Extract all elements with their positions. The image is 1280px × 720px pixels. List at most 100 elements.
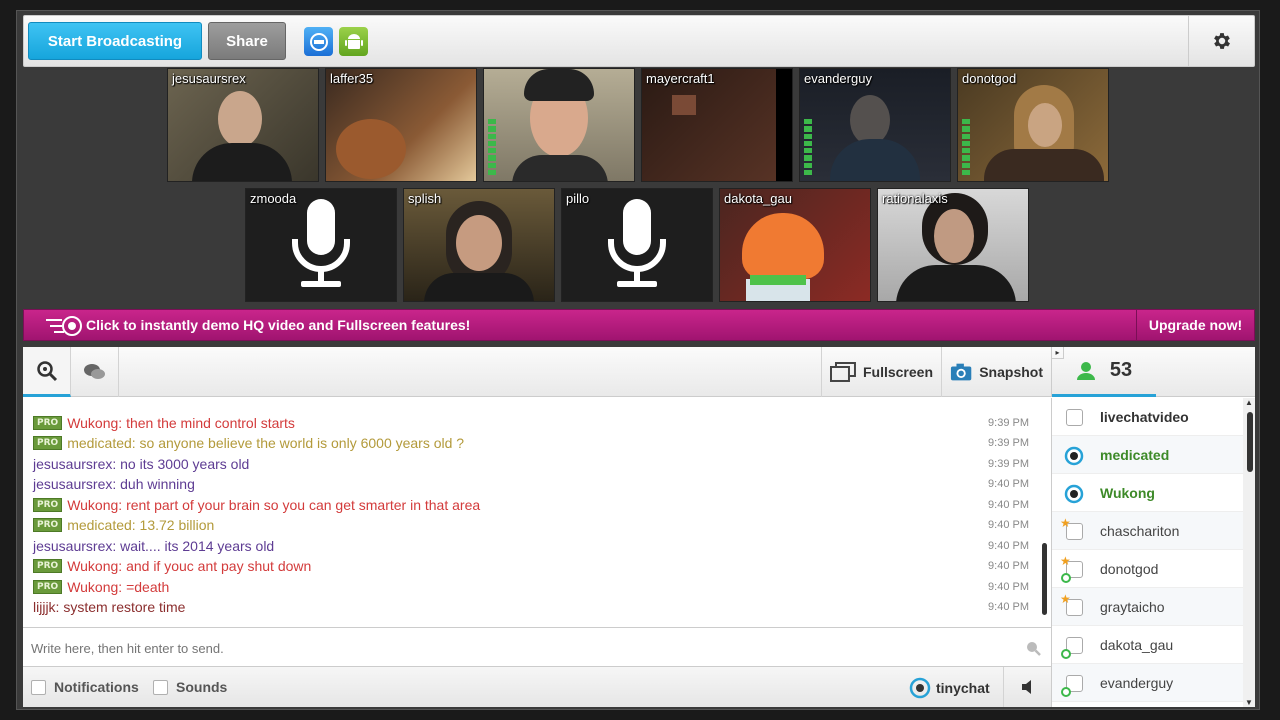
user-checkbox	[1066, 409, 1083, 426]
top-toolbar: Start Broadcasting Share	[23, 15, 1255, 67]
user-name: donotgod	[1100, 560, 1159, 577]
android-app-icon[interactable]	[339, 27, 368, 56]
user-name: evanderguy	[1100, 674, 1174, 691]
video-tile[interactable]: pillo	[561, 188, 713, 302]
notifications-toggle[interactable]: Notifications	[31, 679, 139, 695]
scroll-up-arrow-icon[interactable]: ▲	[1245, 398, 1253, 407]
chat-scrollbar[interactable]	[1042, 543, 1047, 615]
star-icon: ★	[1060, 592, 1071, 606]
chat-tabbar: Fullscreen Snapshot	[23, 347, 1051, 397]
upgrade-button[interactable]: Upgrade now!	[1136, 310, 1254, 340]
online-dot-icon	[1061, 649, 1071, 659]
star-icon: ★	[1060, 554, 1071, 568]
message-text: jesusaursrex: duh winning	[33, 476, 195, 492]
tinychat-brand[interactable]: tinychat	[909, 677, 990, 699]
cam-username: zmooda	[250, 191, 297, 206]
volume-button[interactable]	[1003, 667, 1051, 707]
message-text: medicated: so anyone believe the world i…	[67, 435, 465, 451]
gear-icon	[1213, 33, 1230, 49]
user-list-item[interactable]: livechatvideo	[1052, 398, 1244, 436]
user-list-item[interactable]: ★ donotgod	[1052, 550, 1244, 588]
tab-main-chat[interactable]	[23, 347, 71, 397]
promo-text[interactable]: Click to instantly demo HQ video and Ful…	[86, 317, 470, 333]
pro-badge: PRO	[33, 498, 63, 512]
chat-message: PRO Wukong: and if youc ant pay shut down…	[33, 556, 1033, 576]
cut-off-message	[33, 398, 333, 400]
snapshot-label: Snapshot	[979, 364, 1043, 380]
chat-message: PRO Wukong: rent part of your brain so yo…	[33, 495, 1033, 515]
message-time: 9:39 PM	[988, 437, 1029, 449]
start-broadcasting-button[interactable]: Start Broadcasting	[28, 22, 202, 60]
cam-username: donotgod	[962, 71, 1017, 86]
sounds-checkbox[interactable]	[153, 679, 168, 695]
chat-message: jesusaursrex: wait.... its 2014 years ol…	[33, 536, 1033, 556]
video-tile[interactable]: zmooda	[245, 188, 397, 302]
video-tile[interactable]: splish	[403, 188, 555, 302]
message-time: 9:40 PM	[988, 478, 1029, 490]
snapshot-button[interactable]: Snapshot	[941, 347, 1051, 397]
chat-input[interactable]	[31, 637, 991, 659]
settings-button[interactable]	[1188, 16, 1254, 66]
user-name: dakota_gau	[1100, 636, 1174, 653]
message-text: Wukong: =death	[67, 579, 170, 595]
user-list-item[interactable]: medicated	[1052, 436, 1244, 474]
fullscreen-button[interactable]: Fullscreen	[821, 347, 941, 397]
cam-username: laffer35	[330, 71, 374, 86]
speaker-icon	[1021, 680, 1031, 694]
message-time: 9:40 PM	[988, 581, 1029, 593]
message-text: jesusaursrex: wait.... its 2014 years ol…	[33, 538, 275, 554]
sounds-toggle[interactable]: Sounds	[153, 679, 227, 695]
user-list-item[interactable]: ★ graytaicho	[1052, 588, 1244, 626]
user-list-scrollbar[interactable]: ▲ ▼	[1243, 398, 1255, 707]
message-text: lijjjk: system restore time	[33, 599, 186, 615]
user-list-item[interactable]: Wukong	[1052, 474, 1244, 512]
fullscreen-icon	[830, 362, 856, 382]
cam-username: rationalaxis	[882, 191, 948, 206]
sounds-label: Sounds	[176, 679, 228, 695]
video-tile[interactable]: dakota_gau	[719, 188, 871, 302]
chat-bottom-bar: Notifications Sounds tinychat	[23, 667, 1051, 707]
search-chat-icon	[36, 360, 57, 381]
cam-username: splish	[408, 191, 442, 206]
notifications-label: Notifications	[54, 679, 139, 695]
video-tile[interactable]: evanderguy	[799, 68, 951, 182]
cam-username: jesusaursrex	[172, 71, 246, 86]
message-time: 9:40 PM	[988, 499, 1029, 511]
chat-message: jesusaursrex: duh winning 9:40 PM	[33, 474, 1033, 494]
message-text: Wukong: then the mind control starts	[67, 415, 295, 431]
chat-message: PRO medicated: so anyone believe the worl…	[33, 433, 1033, 453]
user-list-item[interactable]: evanderguy	[1052, 664, 1244, 702]
user-list-item[interactable]: dakota_gau	[1052, 626, 1244, 664]
search-icon	[1027, 642, 1041, 656]
user-list-scroll-thumb[interactable]	[1247, 412, 1253, 472]
pro-badge: PRO	[33, 518, 63, 532]
pro-badge: PRO	[33, 580, 63, 594]
tab-private-messages[interactable]	[71, 347, 119, 397]
chat-message: PRO Wukong: =death 9:40 PM	[33, 577, 1033, 597]
camera-icon	[950, 363, 972, 381]
video-tile[interactable]	[483, 68, 635, 182]
video-tile[interactable]: mayercraft1	[641, 68, 793, 182]
chat-message: PRO Wukong: then the mind control starts 9…	[33, 413, 1033, 433]
notifications-checkbox[interactable]	[31, 679, 46, 695]
chat-panel: Fullscreen Snapshot PRO Wukong: then the …	[23, 347, 1255, 707]
share-button[interactable]: Share	[208, 22, 286, 60]
video-tile[interactable]: laffer35	[325, 68, 477, 182]
user-name: medicated	[1100, 446, 1170, 463]
video-tile[interactable]: donotgod	[957, 68, 1109, 182]
scroll-down-arrow-icon[interactable]: ▼	[1245, 698, 1253, 707]
user-list-item[interactable]: ★ chaschariton	[1052, 512, 1244, 550]
video-tile[interactable]: rationalaxis	[877, 188, 1029, 302]
audio-level-meter	[488, 119, 496, 175]
video-tile[interactable]: jesusaursrex	[167, 68, 319, 182]
chat-message: lijjjk: system restore time 9:40 PM	[33, 597, 1033, 617]
ios-app-icon[interactable]	[304, 27, 333, 56]
tinychat-logo-icon	[909, 677, 931, 699]
broadcasting-icon	[1064, 446, 1084, 466]
user-list-header: ▸ 53	[1051, 347, 1255, 397]
message-time: 9:39 PM	[988, 458, 1029, 470]
star-icon: ★	[1060, 516, 1071, 530]
speech-bubbles-icon	[83, 364, 105, 379]
user-count-tab[interactable]: 53	[1052, 347, 1156, 397]
promo-banner[interactable]: Click to instantly demo HQ video and Ful…	[23, 309, 1255, 341]
